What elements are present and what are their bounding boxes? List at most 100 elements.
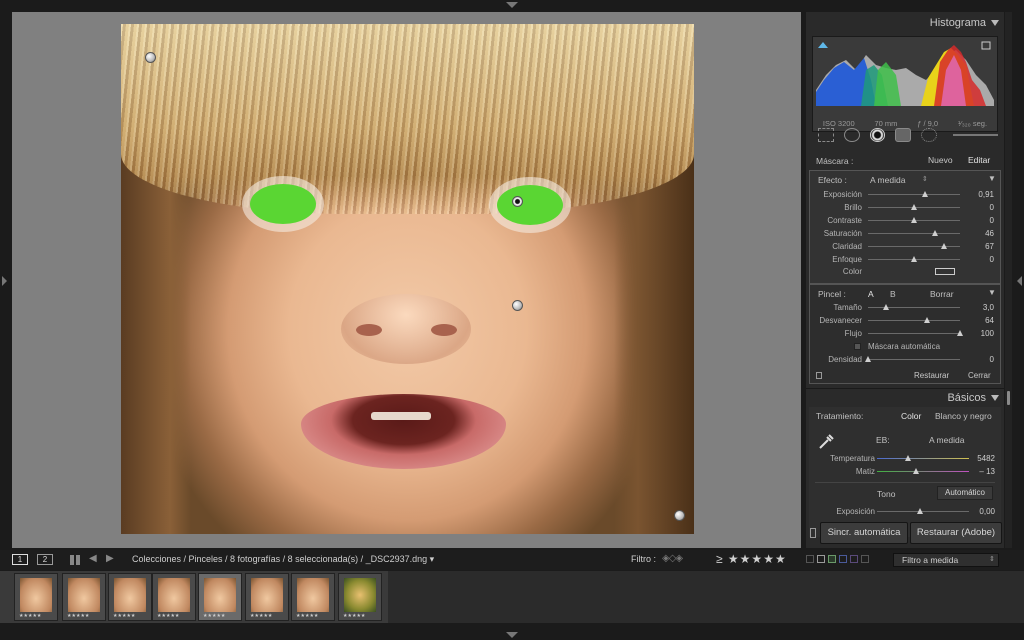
mask-edit-button[interactable]: Editar [968,155,990,165]
treatment-bw-button[interactable]: Blanco y negro [935,409,992,423]
density-row[interactable]: Densidad 0 [810,353,1000,366]
forward-arrow-icon[interactable]: ▶ [106,553,114,564]
color-filter-swatch[interactable] [828,555,836,563]
tint-slider-knob[interactable] [913,468,919,474]
adjustment-brush-icon[interactable] [921,128,937,142]
exposure-basic-slider-knob[interactable] [917,508,923,514]
brush-slider-track[interactable] [868,333,960,334]
sync-toggle-icon[interactable] [810,528,816,538]
color-swatch[interactable] [935,268,955,275]
temperature-slider-knob[interactable] [905,455,911,461]
effect-slider-value[interactable]: 46 [985,227,994,240]
filter-preset-select[interactable]: Filtro a medida ⇕ [893,553,999,567]
temperature-slider-track[interactable] [877,458,969,459]
rating-filter[interactable]: ≥ ★★★★★ [716,552,787,566]
adjustment-pin[interactable] [512,300,523,311]
brush-slider-value[interactable]: 100 [981,327,994,340]
breadcrumb[interactable]: Colecciones / Pinceles / 8 fotografías /… [132,554,434,565]
brush-slider-knob[interactable] [883,304,890,310]
effect-slider-knob[interactable] [911,204,917,210]
effect-slider-knob[interactable] [932,230,939,236]
brush-b-button[interactable]: B [890,287,896,301]
effect-slider-knob[interactable] [911,217,917,223]
bottom-panel-toggle-icon[interactable] [506,632,518,638]
effect-slider-row[interactable]: Claridad 67 [810,240,1000,253]
wb-select[interactable]: A medida [929,433,964,447]
filmstrip-thumbnail[interactable]: ★★★★★ [198,573,242,621]
effect-slider-value[interactable]: 67 [985,240,994,253]
color-filter-swatch[interactable] [806,555,814,563]
effect-slider-track[interactable] [868,233,960,234]
spot-removal-icon[interactable] [843,128,860,142]
grid-view-icon[interactable] [70,555,81,565]
exposure-basic-row[interactable]: Exposición 0,00 [809,505,1001,518]
temperature-value[interactable]: 5482 [977,452,995,465]
color-filter-swatch[interactable] [839,555,847,563]
treatment-color-button[interactable]: Color [901,409,921,423]
density-value[interactable]: 0 [990,353,994,366]
image-canvas[interactable] [12,12,801,548]
color-filter-swatch[interactable] [817,555,825,563]
graduated-filter-icon[interactable] [895,128,912,142]
brush-slider-knob[interactable] [957,330,963,336]
brush-erase-button[interactable]: Borrar [930,287,954,301]
mask-new-button[interactable]: Nuevo [928,155,953,165]
color-filter-swatch[interactable] [861,555,869,563]
eyedropper-icon[interactable] [817,433,835,451]
effect-slider-value[interactable]: 0 [990,214,994,227]
exposure-basic-slider-track[interactable] [877,511,969,512]
effect-slider-knob[interactable] [941,243,948,249]
sync-button[interactable]: Sincr. automática [820,522,908,544]
brush-slider-track[interactable] [868,320,960,321]
auto-mask-checkbox[interactable] [854,343,861,350]
red-eye-icon[interactable] [869,128,886,142]
tint-slider-track[interactable] [877,471,969,472]
filmstrip-thumbnail[interactable]: ★★★★★ [14,573,58,621]
filmstrip[interactable]: ★★★★★ ★★★★★ ★★★★★ ★★★★★ ★★★★★ ★★★★★ ★★★★★ ★★★★★ [0,571,1024,623]
restore-adobe-button[interactable]: Restaurar (Adobe) [910,522,1002,544]
color-label-filter[interactable] [806,555,869,563]
filmstrip-thumbnail[interactable]: ★★★★★ [245,573,289,621]
tint-value[interactable]: – 13 [979,465,995,478]
effect-slider-value[interactable]: 0 [990,201,994,214]
tint-row[interactable]: Matiz – 13 [809,465,1001,478]
effect-slider-knob[interactable] [922,191,929,197]
photo-preview[interactable] [121,24,694,534]
filmstrip-thumbnail[interactable]: ★★★★★ [338,573,382,621]
crop-tool-icon[interactable] [818,128,834,142]
right-panel-scrollbar[interactable] [1005,12,1012,548]
auto-mask-row[interactable]: Máscara automática [810,340,1000,353]
filmstrip-thumbnail[interactable]: ★★★★★ [108,573,152,621]
scrollbar-thumb[interactable] [1006,390,1011,406]
effect-slider-row[interactable]: Contraste 0 [810,214,1000,227]
monitor-2-button[interactable]: 2 [37,554,53,565]
effect-slider-track[interactable] [868,194,960,195]
tool-size-slider[interactable] [952,134,999,136]
brush-slider-track[interactable] [868,307,960,308]
density-slider-track[interactable] [868,359,960,360]
filmstrip-thumbnail[interactable]: ★★★★★ [62,573,106,621]
left-panel-toggle-icon[interactable] [2,276,7,286]
effect-slider-row[interactable]: Brillo 0 [810,201,1000,214]
brush-slider-row[interactable]: Flujo 100 [810,327,1000,340]
collapse-triangle-icon[interactable]: ▼ [988,172,996,186]
right-panel-toggle-icon[interactable] [1017,276,1022,286]
collapse-triangle-icon[interactable] [991,395,999,401]
adjustment-pin[interactable] [145,52,156,63]
brush-slider-value[interactable]: 3,0 [983,301,994,314]
filmstrip-thumbnail[interactable]: ★★★★★ [152,573,196,621]
collapse-triangle-icon[interactable] [991,20,999,26]
filmstrip-thumbnail[interactable]: ★★★★★ [291,573,335,621]
brush-close-button[interactable]: Cerrar [968,369,991,382]
color-filter-swatch[interactable] [850,555,858,563]
brush-slider-value[interactable]: 64 [985,314,994,327]
brush-slider-row[interactable]: Desvanecer 64 [810,314,1000,327]
adjustment-pin[interactable] [674,510,685,521]
histogram-header[interactable]: Histograma [806,14,1004,32]
brush-restore-button[interactable]: Restaurar [914,369,949,382]
toggle-switch-icon[interactable] [816,372,822,379]
basics-header[interactable]: Básicos [806,388,1004,406]
effect-slider-knob[interactable] [911,256,917,262]
brush-slider-row[interactable]: Tamaño 3,0 [810,301,1000,314]
preset-updown-icon[interactable]: ⇕ [922,173,928,187]
